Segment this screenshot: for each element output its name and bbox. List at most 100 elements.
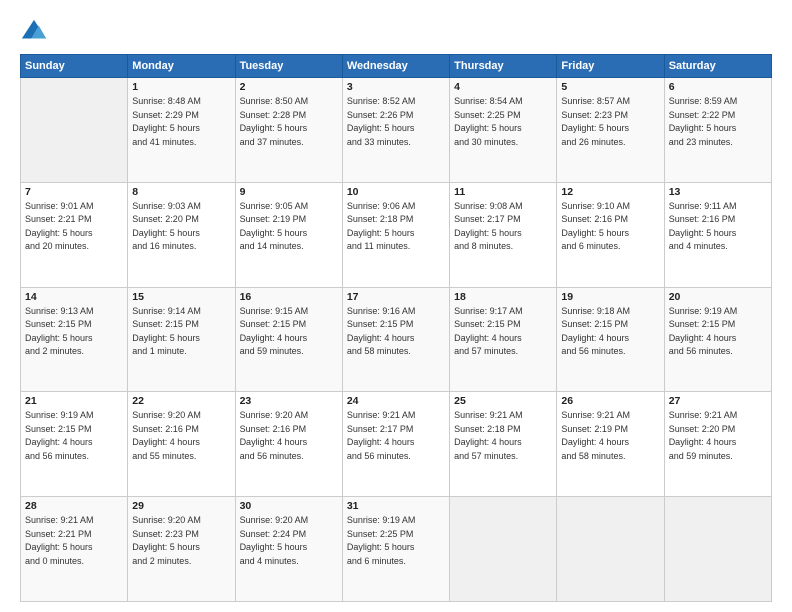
day-number: 15 [132,291,230,303]
day-info: Sunrise: 8:54 AMSunset: 2:25 PMDaylight:… [454,95,552,149]
day-info: Sunrise: 8:59 AMSunset: 2:22 PMDaylight:… [669,95,767,149]
calendar-cell [21,78,128,183]
day-info: Sunrise: 9:21 AMSunset: 2:21 PMDaylight:… [25,514,123,568]
calendar-cell: 20 Sunrise: 9:19 AMSunset: 2:15 PMDayligh… [664,287,771,392]
day-info: Sunrise: 8:52 AMSunset: 2:26 PMDaylight:… [347,95,445,149]
calendar-week-3: 14 Sunrise: 9:13 AMSunset: 2:15 PMDayligh… [21,287,772,392]
day-header-friday: Friday [557,55,664,78]
day-number: 30 [240,500,338,512]
calendar-cell: 21 Sunrise: 9:19 AMSunset: 2:15 PMDayligh… [21,392,128,497]
calendar-cell: 27Sunrise: 9:21 AMSunset: 2:20 PMDayligh… [664,392,771,497]
day-number: 20 [669,291,767,303]
day-number: 3 [347,81,445,93]
day-number: 4 [454,81,552,93]
day-info: Sunrise: 9:21 AMSunset: 2:19 PMDaylight:… [561,409,659,463]
day-info: Sunrise: 9:11 AMSunset: 2:16 PMDaylight:… [669,200,767,254]
calendar-body: 1 Sunrise: 8:48 AMSunset: 2:29 PMDaylight… [21,78,772,602]
day-info: Sunrise: 9:21 AMSunset: 2:18 PMDaylight:… [454,409,552,463]
day-number: 24 [347,395,445,407]
calendar-cell: 28 Sunrise: 9:21 AMSunset: 2:21 PMDayligh… [21,497,128,602]
day-info: Sunrise: 9:05 AMSunset: 2:19 PMDaylight:… [240,200,338,254]
logo-icon [20,18,48,46]
day-info: Sunrise: 9:19 AMSunset: 2:25 PMDaylight:… [347,514,445,568]
day-info: Sunrise: 9:10 AMSunset: 2:16 PMDaylight:… [561,200,659,254]
day-number: 1 [132,81,230,93]
day-number: 19 [561,291,659,303]
day-header-wednesday: Wednesday [342,55,449,78]
day-info: Sunrise: 9:18 AMSunset: 2:15 PMDaylight:… [561,305,659,359]
day-number: 18 [454,291,552,303]
day-info: Sunrise: 9:21 AMSunset: 2:17 PMDaylight:… [347,409,445,463]
calendar-cell: 12 Sunrise: 9:10 AMSunset: 2:16 PMDayligh… [557,182,664,287]
day-number: 10 [347,186,445,198]
calendar-cell: 26 Sunrise: 9:21 AMSunset: 2:19 PMDayligh… [557,392,664,497]
header [20,18,772,46]
calendar-cell: 7Sunrise: 9:01 AMSunset: 2:21 PMDaylight… [21,182,128,287]
calendar-cell: 10 Sunrise: 9:06 AMSunset: 2:18 PMDayligh… [342,182,449,287]
day-info: Sunrise: 9:06 AMSunset: 2:18 PMDaylight:… [347,200,445,254]
day-number: 13 [669,186,767,198]
calendar-cell: 23Sunrise: 9:20 AMSunset: 2:16 PMDayligh… [235,392,342,497]
calendar-cell: 6 Sunrise: 8:59 AMSunset: 2:22 PMDaylight… [664,78,771,183]
calendar-cell: 8 Sunrise: 9:03 AMSunset: 2:20 PMDaylight… [128,182,235,287]
calendar-cell: 5 Sunrise: 8:57 AMSunset: 2:23 PMDaylight… [557,78,664,183]
day-number: 14 [25,291,123,303]
day-number: 11 [454,186,552,198]
day-number: 29 [132,500,230,512]
day-number: 5 [561,81,659,93]
day-info: Sunrise: 9:13 AMSunset: 2:15 PMDaylight:… [25,305,123,359]
day-number: 12 [561,186,659,198]
day-number: 31 [347,500,445,512]
calendar-cell [664,497,771,602]
calendar-cell: 31 Sunrise: 9:19 AMSunset: 2:25 PMDayligh… [342,497,449,602]
calendar-cell: 17Sunrise: 9:16 AMSunset: 2:15 PMDayligh… [342,287,449,392]
day-info: Sunrise: 9:08 AMSunset: 2:17 PMDaylight:… [454,200,552,254]
calendar-cell: 19 Sunrise: 9:18 AMSunset: 2:15 PMDayligh… [557,287,664,392]
day-number: 8 [132,186,230,198]
day-number: 17 [347,291,445,303]
day-number: 21 [25,395,123,407]
calendar-cell: 14 Sunrise: 9:13 AMSunset: 2:15 PMDayligh… [21,287,128,392]
day-number: 26 [561,395,659,407]
logo [20,18,52,46]
day-info: Sunrise: 9:20 AMSunset: 2:16 PMDaylight:… [132,409,230,463]
day-info: Sunrise: 9:03 AMSunset: 2:20 PMDaylight:… [132,200,230,254]
day-info: Sunrise: 9:20 AMSunset: 2:23 PMDaylight:… [132,514,230,568]
calendar-cell [450,497,557,602]
day-number: 25 [454,395,552,407]
day-info: Sunrise: 8:48 AMSunset: 2:29 PMDaylight:… [132,95,230,149]
calendar-cell: 9Sunrise: 9:05 AMSunset: 2:19 PMDaylight… [235,182,342,287]
calendar-week-5: 28 Sunrise: 9:21 AMSunset: 2:21 PMDayligh… [21,497,772,602]
calendar-cell: 22 Sunrise: 9:20 AMSunset: 2:16 PMDayligh… [128,392,235,497]
day-number: 6 [669,81,767,93]
day-info: Sunrise: 9:01 AMSunset: 2:21 PMDaylight:… [25,200,123,254]
calendar-cell: 11 Sunrise: 9:08 AMSunset: 2:17 PMDayligh… [450,182,557,287]
day-info: Sunrise: 9:14 AMSunset: 2:15 PMDaylight:… [132,305,230,359]
calendar-cell: 25 Sunrise: 9:21 AMSunset: 2:18 PMDayligh… [450,392,557,497]
day-info: Sunrise: 9:17 AMSunset: 2:15 PMDaylight:… [454,305,552,359]
calendar-header-row: SundayMondayTuesdayWednesdayThursdayFrid… [21,55,772,78]
calendar-cell: 3 Sunrise: 8:52 AMSunset: 2:26 PMDaylight… [342,78,449,183]
calendar-cell: 1 Sunrise: 8:48 AMSunset: 2:29 PMDaylight… [128,78,235,183]
calendar-cell: 24 Sunrise: 9:21 AMSunset: 2:17 PMDayligh… [342,392,449,497]
calendar-cell: 18 Sunrise: 9:17 AMSunset: 2:15 PMDayligh… [450,287,557,392]
day-number: 16 [240,291,338,303]
day-header-tuesday: Tuesday [235,55,342,78]
day-info: Sunrise: 8:57 AMSunset: 2:23 PMDaylight:… [561,95,659,149]
calendar-cell: 13 Sunrise: 9:11 AMSunset: 2:16 PMDayligh… [664,182,771,287]
calendar-cell: 29 Sunrise: 9:20 AMSunset: 2:23 PMDayligh… [128,497,235,602]
day-number: 28 [25,500,123,512]
calendar-cell [557,497,664,602]
day-header-saturday: Saturday [664,55,771,78]
calendar-cell: 15 Sunrise: 9:14 AMSunset: 2:15 PMDayligh… [128,287,235,392]
day-info: Sunrise: 9:19 AMSunset: 2:15 PMDaylight:… [669,305,767,359]
day-header-monday: Monday [128,55,235,78]
calendar-cell: 2Sunrise: 8:50 AMSunset: 2:28 PMDaylight… [235,78,342,183]
day-info: Sunrise: 9:20 AMSunset: 2:24 PMDaylight:… [240,514,338,568]
day-info: Sunrise: 9:15 AMSunset: 2:15 PMDaylight:… [240,305,338,359]
page: SundayMondayTuesdayWednesdayThursdayFrid… [0,0,792,612]
day-number: 27 [669,395,767,407]
day-number: 22 [132,395,230,407]
calendar-table: SundayMondayTuesdayWednesdayThursdayFrid… [20,54,772,602]
day-info: Sunrise: 9:19 AMSunset: 2:15 PMDaylight:… [25,409,123,463]
